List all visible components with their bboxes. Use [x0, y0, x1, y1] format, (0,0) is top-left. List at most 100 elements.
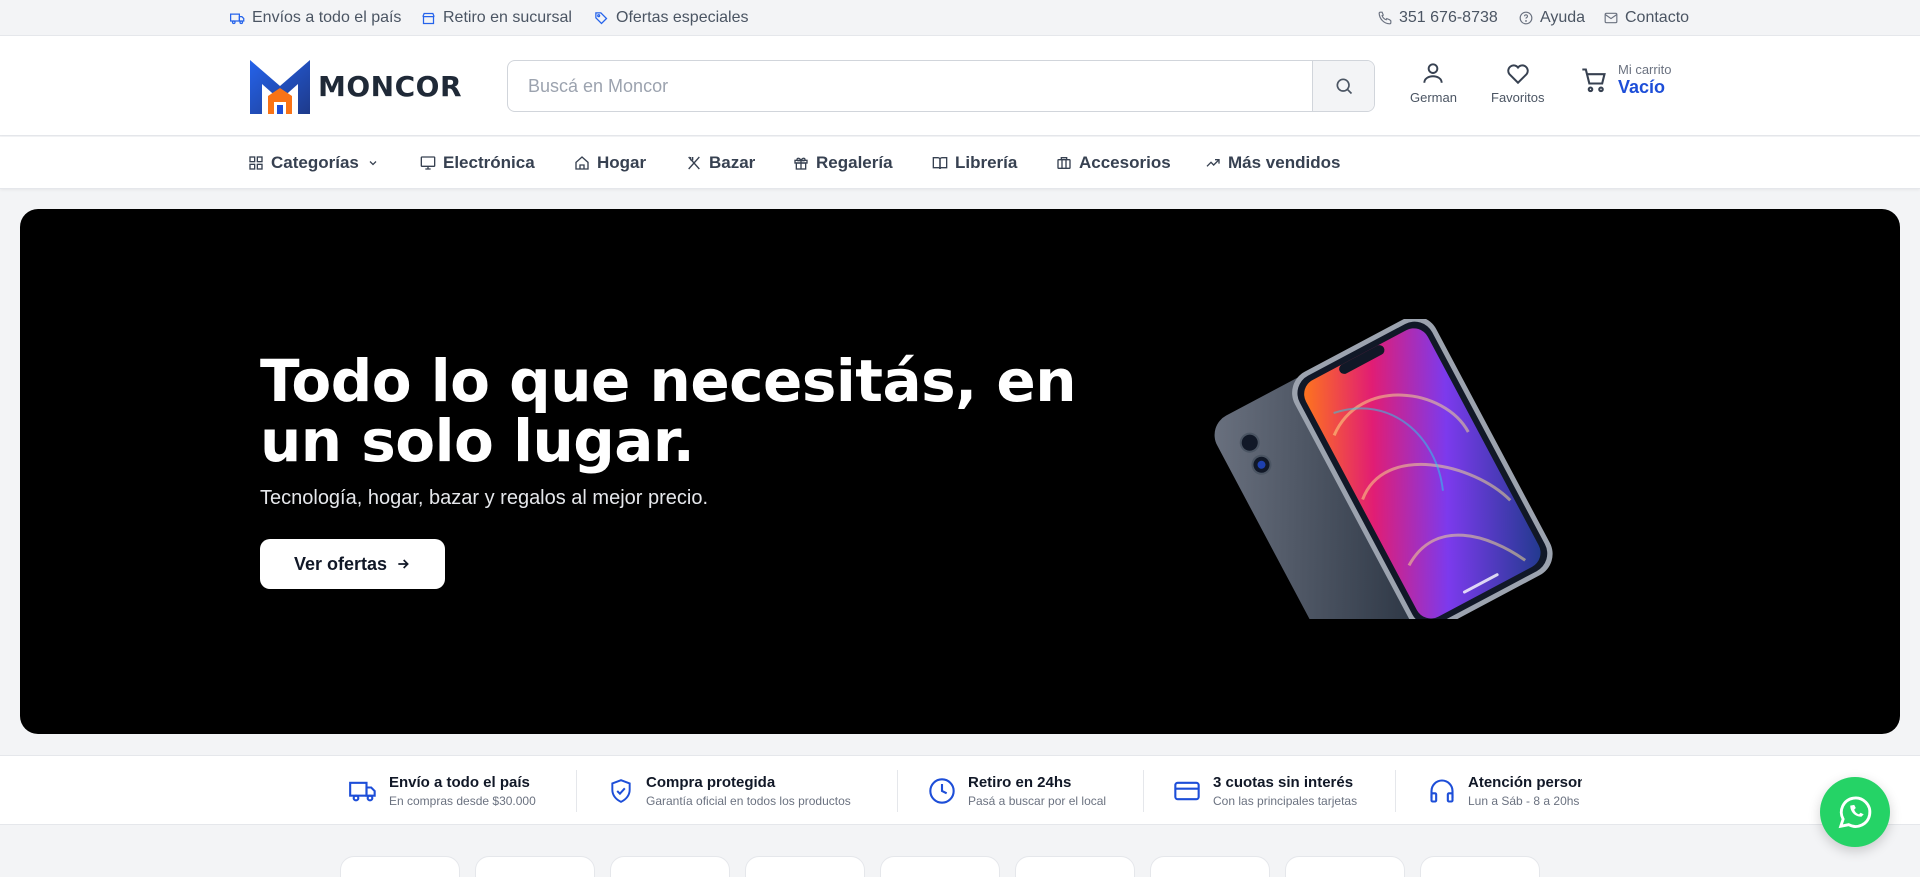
category-card[interactable] [880, 856, 1000, 877]
cart-button[interactable]: Mi carrito Vacío [1580, 62, 1671, 98]
hero-banner: Todo lo que necesitás, en un solo lugar.… [20, 209, 1900, 734]
search-box [507, 60, 1375, 112]
feature-clip: Atención personalizada Lun a Sáb - 8 a 2… [1420, 756, 1582, 826]
category-card[interactable] [475, 856, 595, 877]
category-card[interactable] [1015, 856, 1135, 877]
account-label: German [1410, 90, 1457, 105]
search-button[interactable] [1312, 61, 1374, 111]
gift-icon [794, 157, 808, 170]
nav-label: Electrónica [443, 153, 535, 172]
whatsapp-button[interactable] [1820, 777, 1890, 847]
chevron-down-icon [369, 161, 377, 166]
nav-label: Accesorios [1079, 153, 1171, 172]
feature-subtitle: En compras desde $30.000 [389, 794, 536, 808]
nav-label: Librería [955, 153, 1018, 172]
nav-label: Hogar [597, 153, 647, 172]
category-card[interactable] [1420, 856, 1540, 877]
feature-item: 3 cuotas sin interés Con las principales… [1173, 756, 1357, 826]
monitor-icon [420, 156, 436, 170]
whatsapp-icon [1838, 796, 1872, 829]
divider [897, 770, 898, 812]
briefcase-icon [1057, 157, 1071, 169]
nav-electronica[interactable]: Electrónica [420, 137, 535, 189]
features-bar: Envío a todo el país En compras desde $3… [0, 755, 1920, 825]
feature-subtitle: Con las principales tarjetas [1213, 794, 1358, 808]
feature-subtitle: Pasá a buscar por el local [968, 794, 1107, 808]
cart-icon [1582, 68, 1606, 93]
search-icon [1336, 78, 1352, 95]
pickup-link[interactable]: Retiro en sucursal [421, 0, 572, 36]
hero-title: Todo lo que necesitás, en un solo lugar. [260, 347, 1077, 475]
credit-card-icon [1174, 781, 1200, 801]
nav-hogar[interactable]: Hogar [574, 137, 646, 189]
truck-icon [349, 781, 376, 802]
nav-mas-vendidos[interactable]: Más vendidos [1205, 137, 1340, 189]
mail-icon [1604, 12, 1618, 24]
help-link[interactable]: Ayuda [1519, 0, 1585, 36]
site-header: MONCOR German Favoritos Mi carrito Vacío [0, 36, 1920, 136]
category-card[interactable] [610, 856, 730, 877]
trending-up-icon [1206, 159, 1220, 167]
see-offers-button[interactable]: Ver ofertas [260, 539, 445, 589]
nav-bazar[interactable]: Bazar [686, 137, 755, 189]
category-card[interactable] [1150, 856, 1270, 877]
moncor-logo-mark [250, 60, 310, 114]
shipping-link[interactable]: Envíos a todo el país [230, 0, 401, 36]
category-card[interactable] [1285, 856, 1405, 877]
logo[interactable]: MONCOR [248, 54, 462, 118]
logo-text: MONCOR [318, 69, 463, 103]
user-icon [1423, 63, 1444, 83]
nav-regaleria[interactable]: Regalería [793, 137, 893, 189]
feature-item: Compra protegida Garantía oficial en tod… [608, 756, 851, 826]
contact-label: Contacto [1625, 9, 1690, 26]
nav-libreria[interactable]: Librería [932, 137, 1017, 189]
cart-small-label: Mi carrito [1618, 62, 1672, 77]
help-circle-icon [1519, 11, 1533, 25]
phone-label: 351 676-8738 [1399, 9, 1498, 26]
feature-item: Retiro en 24hs Pasá a buscar por el loca… [928, 756, 1106, 826]
nav-accesorios[interactable]: Accesorios [1056, 137, 1171, 189]
help-label: Ayuda [1540, 9, 1586, 26]
smartphone-image [1214, 319, 1553, 619]
contact-link[interactable]: Contacto [1604, 0, 1689, 36]
offers-label: Ofertas especiales [616, 9, 749, 26]
nav-categories[interactable]: Categorías [248, 137, 379, 189]
book-icon [932, 157, 948, 170]
heart-icon [1507, 64, 1529, 85]
shield-check-icon [611, 779, 631, 803]
store-icon [422, 12, 435, 24]
shipping-label: Envíos a todo el país [252, 9, 402, 26]
category-card[interactable] [745, 856, 865, 877]
favorites-button[interactable]: Favoritos [1491, 60, 1544, 105]
nav-label: Más vendidos [1228, 153, 1341, 172]
pickup-label: Retiro en sucursal [443, 9, 572, 26]
grid-icon [249, 156, 263, 170]
divider [1395, 770, 1396, 812]
hero-subtitle: Tecnología, hogar, bazar y regalos al me… [260, 487, 709, 509]
category-card[interactable] [340, 856, 460, 877]
feature-title: Retiro en 24hs [968, 774, 1072, 791]
truck-icon [230, 13, 245, 24]
offers-link[interactable]: Ofertas especiales [594, 0, 749, 36]
feature-subtitle: Garantía oficial en todos los productos [646, 794, 851, 808]
phone-link[interactable]: 351 676-8738 [1378, 0, 1498, 36]
phone-icon [1378, 11, 1392, 25]
headphones-icon [1430, 779, 1454, 803]
cart-status: Vacío [1618, 77, 1666, 97]
divider [1143, 770, 1144, 812]
nav-label: Categorías [271, 153, 359, 172]
tag-icon [595, 11, 608, 24]
main-nav: Categorías Electrónica Hogar Bazar Regal… [0, 137, 1920, 189]
nav-label: Bazar [709, 153, 756, 172]
nav-label: Regalería [816, 153, 893, 172]
account-button[interactable]: German [1410, 60, 1457, 105]
feature-title: Atención personalizada [1468, 774, 1582, 791]
arrow-right-icon [398, 559, 409, 569]
top-bar: Envíos a todo el país Retiro en sucursal… [0, 0, 1920, 36]
feature-item: Envío a todo el país En compras desde $3… [349, 756, 536, 826]
search-input[interactable] [508, 61, 1312, 111]
feature-title: Compra protegida [646, 774, 776, 791]
cta-label: Ver ofertas [293, 553, 388, 574]
divider [576, 770, 577, 812]
utensils-icon [688, 156, 700, 170]
